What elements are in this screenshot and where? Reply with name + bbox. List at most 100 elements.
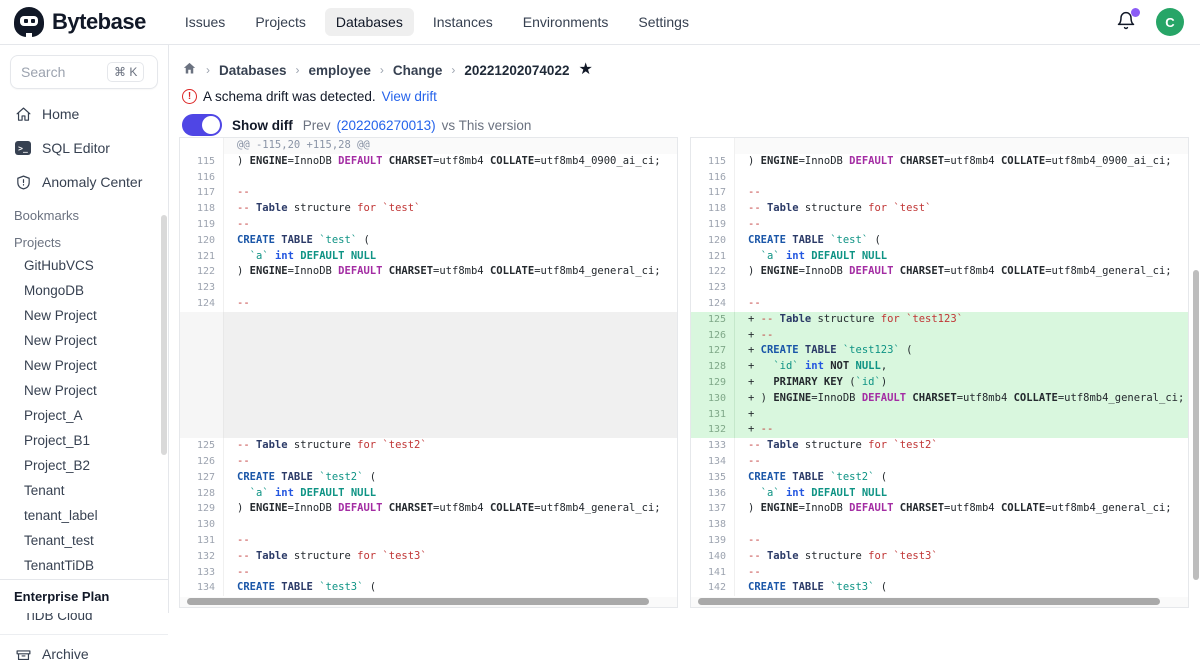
line-number: 123 [180, 280, 224, 296]
diff-placeholder-row [180, 391, 677, 407]
line-number: 135 [691, 470, 735, 486]
page-vertical-scrollbar[interactable] [1193, 270, 1199, 580]
sidebar-project-new-project[interactable]: New Project [0, 353, 168, 378]
sidebar-section-bookmarks: Bookmarks [0, 199, 168, 226]
line-number: 119 [691, 217, 735, 233]
breadcrumb-version: 20221202074022 [464, 63, 569, 78]
sidebar-project-new-project[interactable]: New Project [0, 328, 168, 353]
breadcrumb-databases[interactable]: Databases [219, 63, 287, 78]
sidebar-divider [0, 634, 168, 635]
breadcrumb-change[interactable]: Change [393, 63, 443, 78]
sidebar-scrollbar[interactable] [161, 215, 167, 455]
bytebase-logo[interactable]: Bytebase [0, 7, 160, 37]
sidebar-item-archive[interactable]: Archive [0, 637, 168, 671]
show-diff-toggle[interactable] [182, 114, 222, 136]
line-number: 133 [691, 438, 735, 454]
breadcrumb: › Databases › employee › Change › 202212… [170, 45, 1200, 79]
diff-line: 117-- [180, 185, 677, 201]
breadcrumb-separator: › [380, 63, 384, 77]
diff-line: 142CREATE TABLE `test3` ( [691, 580, 1188, 596]
line-number: 122 [691, 264, 735, 280]
line-number: 118 [180, 201, 224, 217]
sidebar-item-label: Home [42, 106, 79, 122]
notification-bell-icon[interactable] [1116, 11, 1138, 33]
nav-item-projects[interactable]: Projects [244, 8, 317, 36]
sidebar-project-tenant[interactable]: Tenant [0, 478, 168, 503]
star-icon[interactable]: ★ [578, 62, 592, 78]
left-horizontal-scrollbar[interactable] [187, 598, 649, 605]
prev-version-link[interactable]: (202206270013) [337, 118, 436, 133]
right-horizontal-scrollbar[interactable] [698, 598, 1160, 605]
diff-line: 128 `a` int DEFAULT NULL [180, 486, 677, 502]
line-number: 142 [691, 580, 735, 596]
line-number: 125 [691, 312, 735, 328]
line-number: 123 [691, 280, 735, 296]
line-number: 116 [691, 170, 735, 186]
top-navigation: Bytebase Issues Projects Databases Instance… [0, 0, 1200, 45]
diff-line: 119-- [691, 217, 1188, 233]
view-drift-link[interactable]: View drift [382, 89, 437, 104]
line-number: 119 [180, 217, 224, 233]
diff-hunk-header [691, 138, 1188, 154]
breadcrumb-employee[interactable]: employee [309, 63, 371, 78]
line-number: 127 [691, 343, 735, 359]
sidebar-item-sql-editor[interactable]: >_SQL Editor [0, 131, 168, 165]
archive-icon [14, 645, 32, 663]
line-number: 133 [180, 565, 224, 581]
shield-icon [14, 173, 32, 191]
sidebar-project-tenant_test[interactable]: Tenant_test [0, 528, 168, 553]
breadcrumb-separator: › [206, 63, 210, 77]
right-horizontal-scrollbar-track [691, 597, 1188, 607]
sidebar-item-home[interactable]: Home [0, 97, 168, 131]
diff-toolbar: Show diff Prev (202206270013) vs This ve… [170, 104, 1200, 136]
diff-line: 127CREATE TABLE `test2` ( [180, 470, 677, 486]
line-number: 121 [180, 249, 224, 265]
user-avatar[interactable]: C [1156, 8, 1184, 36]
line-number: 126 [180, 454, 224, 470]
sidebar-project-project_b2[interactable]: Project_B2 [0, 453, 168, 478]
sidebar-project-githubvcs[interactable]: GitHubVCS [0, 253, 168, 278]
diff-line: 138 [691, 517, 1188, 533]
home-icon [14, 105, 32, 123]
line-number: 139 [691, 533, 735, 549]
diff-line: 133-- Table structure for `test2` [691, 438, 1188, 454]
sidebar-project-project_a[interactable]: Project_A [0, 403, 168, 428]
diff-line: 119-- [180, 217, 677, 233]
diff-line: 140-- Table structure for `test3` [691, 549, 1188, 565]
diff-line: 128+ `id` int NOT NULL, [691, 359, 1188, 375]
nav-item-environments[interactable]: Environments [512, 8, 620, 36]
search-input[interactable] [21, 64, 107, 80]
line-number: 132 [691, 422, 735, 438]
sidebar-project-tenanttidb[interactable]: TenantTiDB [0, 553, 168, 578]
sidebar: ⌘ K Home >_SQL EditorAnomaly Center Bookm… [0, 45, 169, 613]
diff-line: 136 `a` int DEFAULT NULL [691, 486, 1188, 502]
prev-label: Prev [303, 118, 331, 133]
diff-line: 121 `a` int DEFAULT NULL [691, 249, 1188, 265]
sidebar-project-project_b1[interactable]: Project_B1 [0, 428, 168, 453]
line-number: 124 [691, 296, 735, 312]
diff-line: 131+ [691, 407, 1188, 423]
diff-line: 120CREATE TABLE `test` ( [180, 233, 677, 249]
vs-label: vs This version [442, 118, 532, 133]
sidebar-main-items: Home >_SQL EditorAnomaly Center [0, 97, 168, 199]
diff-line: 133-- [180, 565, 677, 581]
search-box[interactable]: ⌘ K [10, 55, 158, 89]
diff-line: 130+ ) ENGINE=InnoDB DEFAULT CHARSET=utf… [691, 391, 1188, 407]
breadcrumb-home-icon[interactable] [182, 61, 197, 79]
nav-item-instances[interactable]: Instances [422, 8, 504, 36]
sidebar-item-anomaly-center[interactable]: Anomaly Center [0, 165, 168, 199]
sidebar-project-new-project[interactable]: New Project [0, 303, 168, 328]
nav-item-issues[interactable]: Issues [174, 8, 236, 36]
diff-line: 123 [180, 280, 677, 296]
nav-item-databases[interactable]: Databases [325, 8, 414, 36]
line-number: 125 [180, 438, 224, 454]
sidebar-project-new-project[interactable]: New Project [0, 378, 168, 403]
line-number: 126 [691, 328, 735, 344]
line-number: 131 [691, 407, 735, 423]
nav-items: Issues Projects Databases Instances Environm… [174, 8, 700, 36]
line-number: 128 [691, 359, 735, 375]
sidebar-project-mongodb[interactable]: MongoDB [0, 278, 168, 303]
nav-item-settings[interactable]: Settings [627, 8, 700, 36]
sidebar-project-tenant_label[interactable]: tenant_label [0, 503, 168, 528]
diff-placeholder-row [180, 328, 677, 344]
